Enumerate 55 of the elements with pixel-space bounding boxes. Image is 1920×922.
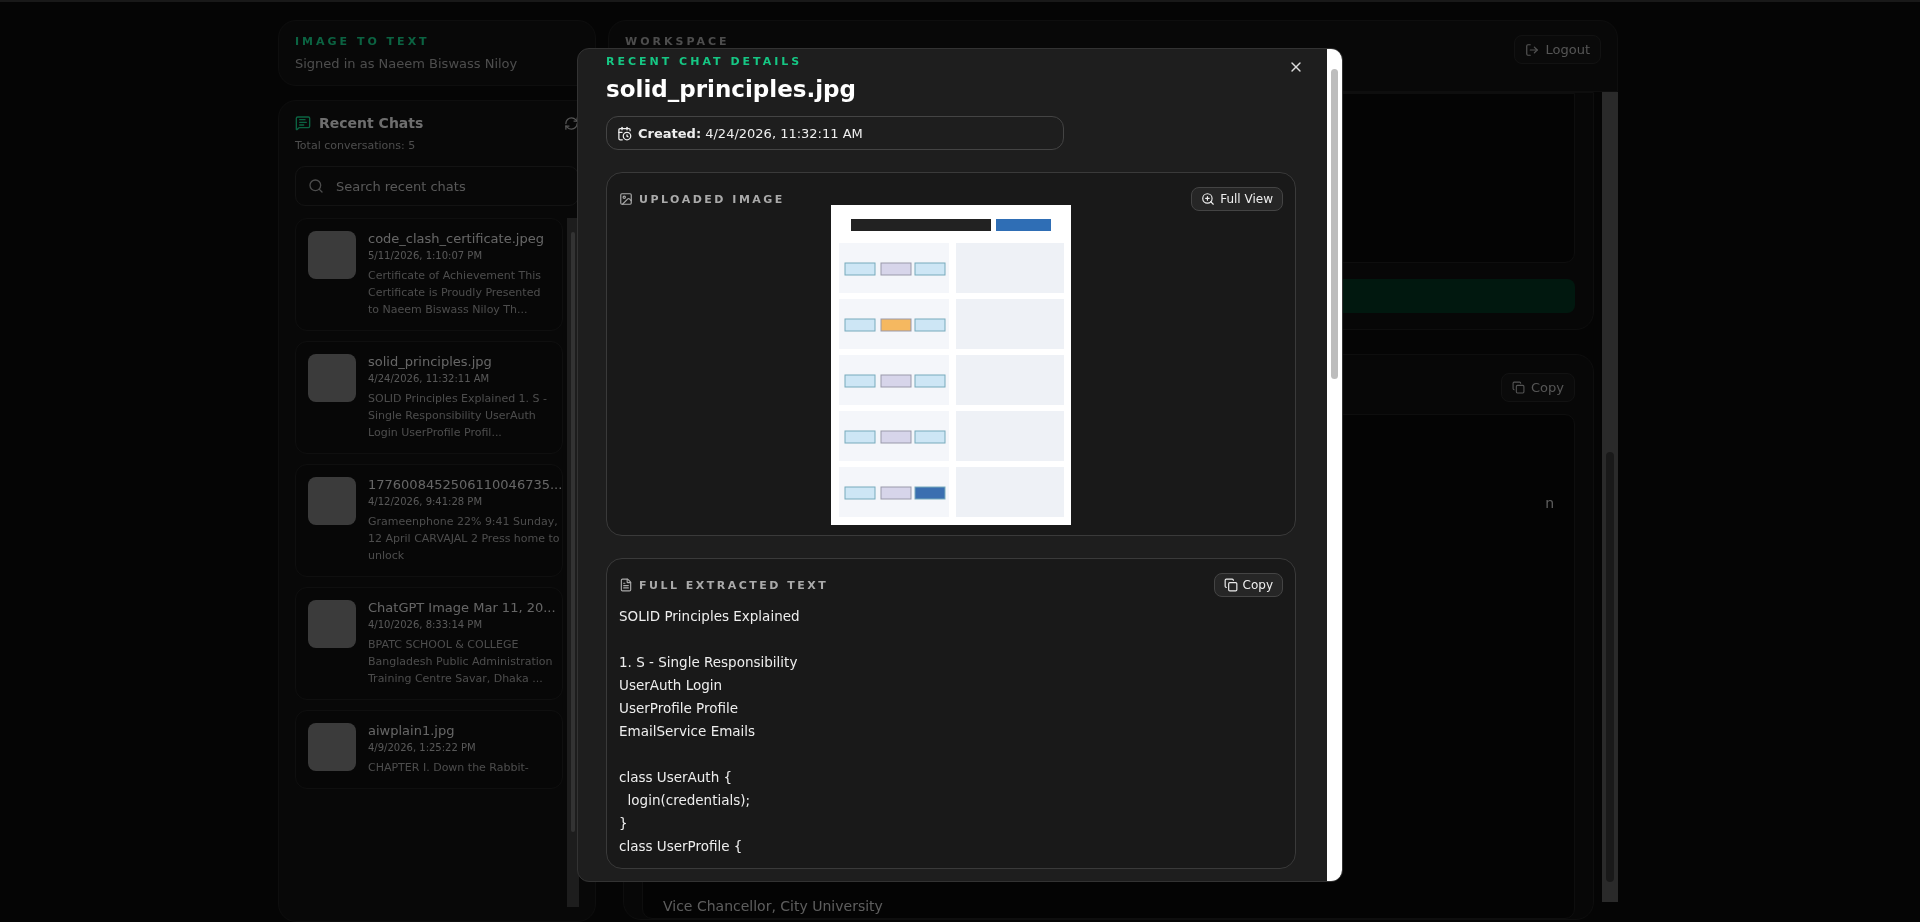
photo-placeholder xyxy=(308,231,356,279)
chat-date: 4/9/2026, 1:25:22 PM xyxy=(368,742,477,753)
chat-title: aiwplain1.jpg xyxy=(368,723,456,738)
copy-icon xyxy=(1223,578,1238,592)
logout-icon xyxy=(1525,42,1540,57)
section-heading: UPLOADED IMAGE xyxy=(639,192,785,206)
dialog-scrollbar[interactable] xyxy=(1327,49,1342,881)
chat-date: 4/24/2026, 11:32:11 AM xyxy=(368,373,491,384)
search-icon xyxy=(308,178,324,194)
copy-icon xyxy=(1512,381,1525,394)
total-conversations: Total conversations: 5 xyxy=(295,139,417,152)
workspace-label: WORKSPACE xyxy=(625,35,730,48)
chat-preview: Certificate of Achievement This Certificate is Proudly Presented to Naeem Biswass Niloy Th... xyxy=(368,268,542,318)
chat-date: 4/12/2026, 9:41:28 PM xyxy=(368,496,484,507)
chat-title: 1776008452506110046735... xyxy=(368,477,563,492)
chat-list-item[interactable]: aiwplain1.jpg 4/9/2026, 1:25:22 PM CHAPTER I. Down the Rabbit- xyxy=(295,710,563,789)
chat-title: code_clash_certificate.jpeg xyxy=(368,231,545,246)
photo-placeholder xyxy=(308,477,356,525)
chat-list-item[interactable]: ChatGPT Image Mar 11, 20... 4/10/2026, 8:33:14 PM BPATC SCHOOL & COLLEGE Bangladesh Public Administration Training Centre Savar, Dhaka ... xyxy=(295,587,563,700)
photo-placeholder xyxy=(308,600,356,648)
dialog-title: solid_principles.jpg xyxy=(606,76,857,102)
chat-preview: CHAPTER I. Down the Rabbit- xyxy=(368,760,529,776)
logout-button[interactable]: Logout xyxy=(1514,35,1601,64)
chat-list-item[interactable]: solid_principles.jpg 4/24/2026, 11:32:11 AM SOLID Principles Explained 1. S - Single Responsibility UserAuth Login UserProfile Profil... xyxy=(295,341,563,454)
chat-title: ChatGPT Image Mar 11, 20... xyxy=(368,600,556,615)
chat-title: solid_principles.jpg xyxy=(368,354,493,369)
chat-list-item[interactable]: code_clash_certificate.jpeg 5/11/2026, 1:10:07 PM Certificate of Achievement This Certificate is Proudly Presented to Naeem Biswass Niloy Th... xyxy=(295,218,563,331)
chat-list-item[interactable]: 1776008452506110046735... 4/12/2026, 9:41:28 PM Grameenphone 22% 9:41 Sunday, 12 April CARVAJAL 2 Press home to unlock xyxy=(295,464,563,577)
app-label: IMAGE TO TEXT xyxy=(295,35,431,48)
chat-preview: BPATC SCHOOL & COLLEGE Bangladesh Public Administration Training Centre Savar, Dhaka ... xyxy=(368,637,554,687)
signed-in-text: Signed in as Naeem Biswass Niloy xyxy=(295,56,519,71)
photo-placeholder xyxy=(308,354,356,402)
refresh-icon[interactable] xyxy=(564,115,579,131)
dialog-eyebrow: RECENT CHAT DETAILS xyxy=(606,55,804,68)
photo-placeholder xyxy=(308,723,356,771)
copy-button[interactable]: Copy xyxy=(1213,573,1283,597)
full-view-button[interactable]: Full View xyxy=(1191,187,1283,211)
document-icon xyxy=(619,578,633,592)
chat-date: 5/11/2026, 1:10:07 PM xyxy=(368,250,484,261)
zoom-in-icon xyxy=(1201,192,1216,206)
chat-date: 4/10/2026, 8:33:14 PM xyxy=(368,619,484,630)
image-icon xyxy=(619,192,633,206)
result-text-fragment: n xyxy=(1545,495,1554,511)
calendar-clock-icon xyxy=(617,125,632,141)
search-field[interactable]: Search recent chats xyxy=(334,177,566,195)
extracted-text: SOLID Principles Explained 1. S - Single Responsibility UserAuth Login UserProfile Profile EmailService Emails class UserAuth { login(credentials); } class UserProfile { xyxy=(619,607,801,856)
chat-preview: Grameenphone 22% 9:41 Sunday, 12 April CARVAJAL 2 Press home to unlock xyxy=(368,514,561,564)
chat-preview: SOLID Principles Explained 1. S - Single Responsibility UserAuth Login UserProfile Profil... xyxy=(368,391,549,441)
copy-button[interactable]: Copy xyxy=(1501,373,1575,402)
chat-icon xyxy=(295,115,311,131)
section-heading: FULL EXTRACTED TEXT xyxy=(639,578,829,592)
result-text-line: Vice Chancellor, City University xyxy=(663,898,884,914)
created-text: Created: 4/24/2026, 11:32:11 AM xyxy=(638,125,863,141)
page-scrollbar[interactable] xyxy=(1602,92,1618,902)
recent-chats-title: Recent Chats xyxy=(319,115,425,131)
